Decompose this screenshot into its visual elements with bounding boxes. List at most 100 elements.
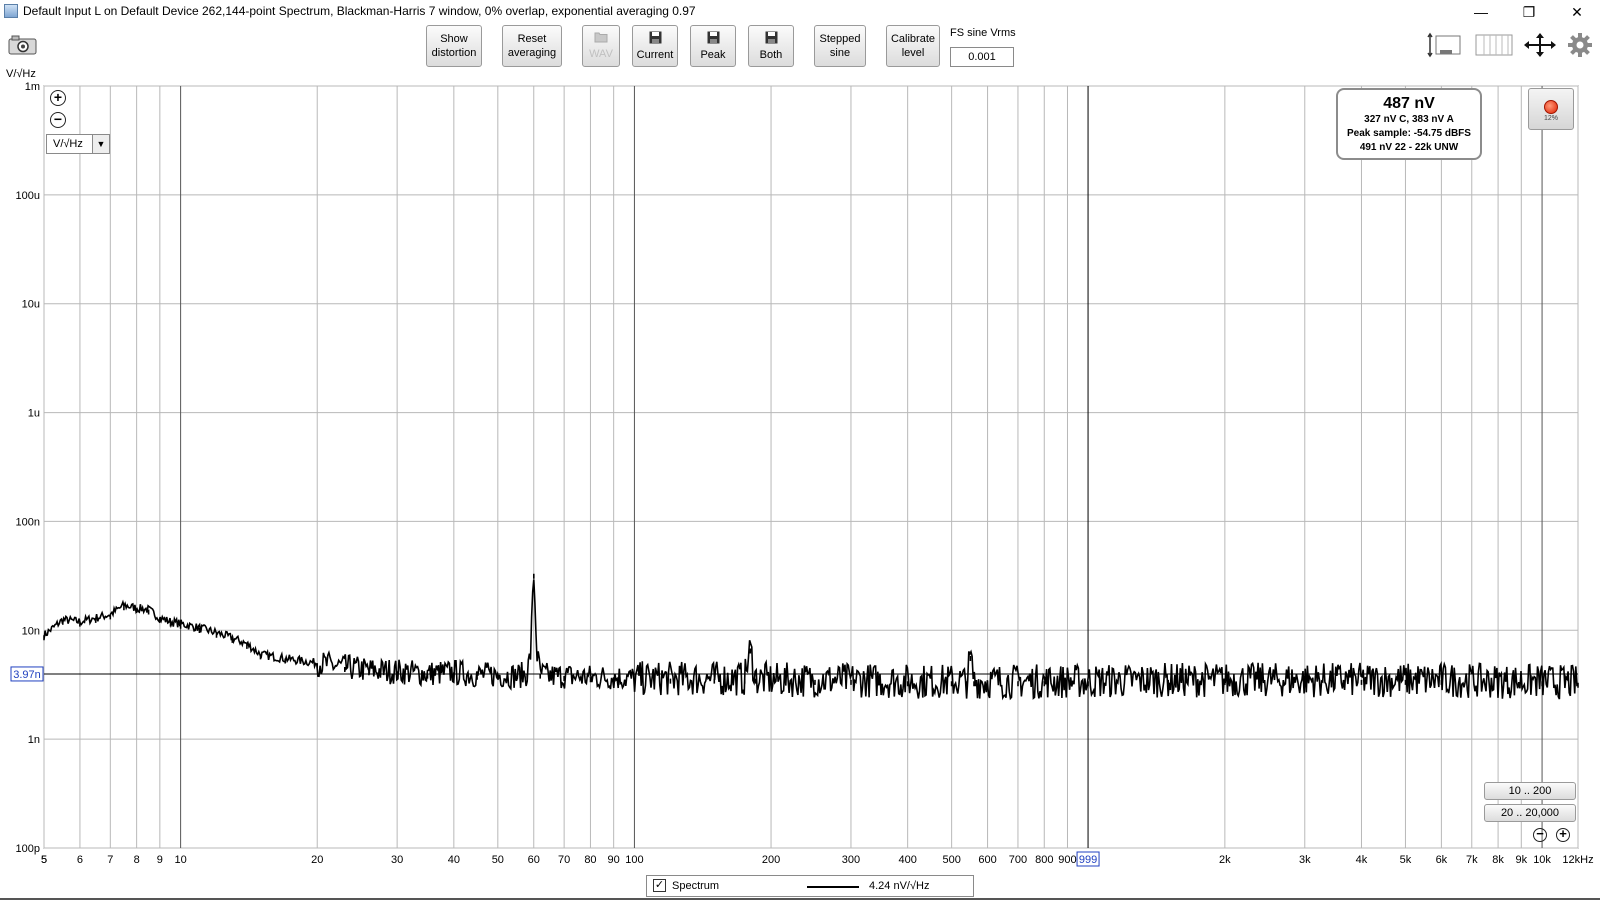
legend-series-value: 4.24 nV/√Hz: [869, 880, 930, 892]
x-tick-label: 4k: [1356, 854, 1368, 866]
y-tick-label: 100u: [16, 190, 40, 202]
spectrum-plot[interactable]: 100p 1n 10n 100n 1u 10u 100u 1m 5 6 7 8 9 10 20 30 40 50 6…: [0, 80, 1600, 870]
close-button[interactable]: ✕: [1554, 0, 1600, 24]
x-tick-label: 7: [107, 854, 113, 866]
calibrate-level-button[interactable]: Calibrate level: [886, 25, 940, 67]
chevron-down-icon[interactable]: ▼: [92, 135, 109, 153]
x-tick-label: 40: [448, 854, 460, 866]
x-tick-label: 900: [1058, 854, 1076, 866]
both-label: Both: [759, 48, 783, 61]
save-peak-button[interactable]: Peak: [690, 25, 736, 67]
x-tick-label: 80: [584, 854, 596, 866]
gear-icon[interactable]: [1566, 32, 1594, 58]
save-current-button[interactable]: Current: [632, 25, 678, 67]
x-zoom-in-icon[interactable]: +: [1556, 827, 1570, 842]
x-tick-label: 3k: [1299, 854, 1311, 866]
x-tick-label: 5: [41, 854, 47, 866]
y-tick-label: 1m: [25, 81, 40, 93]
wav-label: WAV: [589, 48, 613, 60]
stepped-sine-label: Stepped sine: [819, 33, 861, 59]
fs-sine-input[interactable]: 0.001: [950, 47, 1014, 67]
toolbar: [0, 24, 1600, 72]
y-tick-label: 100p: [16, 843, 40, 855]
x-tick-label: 600: [978, 854, 996, 866]
move-arrows-icon[interactable]: [1522, 32, 1558, 58]
record-percent: 12%: [1543, 115, 1558, 122]
minimize-button[interactable]: —: [1458, 0, 1504, 24]
x-tick-label: 12kHz: [1562, 854, 1593, 866]
show-distortion-button[interactable]: Show distortion: [426, 25, 482, 67]
cursor-freq-label: 999: [1079, 854, 1097, 866]
range-20-20000-button[interactable]: 20 .. 20,000: [1484, 804, 1576, 822]
restore-button[interactable]: ❐: [1506, 0, 1552, 24]
x-tick-label: 300: [842, 854, 860, 866]
x-tick-label: 500: [942, 854, 960, 866]
x-tick-label: 60: [528, 854, 540, 866]
x-tick-label: 90: [608, 854, 620, 866]
x-tick-label: 400: [898, 854, 916, 866]
x-tick-label: 8: [134, 854, 140, 866]
stepped-sine-button[interactable]: Stepped sine: [814, 25, 866, 67]
save-icon: [707, 31, 720, 46]
zoom-in-icon[interactable]: +: [50, 90, 66, 106]
x-tick-label: 5k: [1400, 854, 1412, 866]
x-tick-label: 800: [1035, 854, 1053, 866]
readout-line1: 327 nV C, 383 nV A: [1364, 114, 1454, 125]
current-label: Current: [636, 48, 674, 61]
folder-icon: [594, 31, 608, 45]
x-tick-label: 6: [77, 854, 83, 866]
spectrum-checkbox[interactable]: ✓: [653, 879, 666, 892]
window-title: Default Input L on Default Device 262,14…: [23, 4, 696, 18]
readout-line3: 491 nV 22 - 22k UNW: [1359, 142, 1459, 153]
x-tick-label: 9k: [1515, 854, 1527, 866]
y-tick-label: 100n: [16, 516, 40, 528]
x-tick-label: 100: [625, 854, 643, 866]
record-icon: [1544, 100, 1558, 114]
x-tick-label: 10k: [1533, 854, 1551, 866]
level-readout: 487 nV 327 nV C, 383 nV A Peak sample: -…: [1336, 88, 1482, 160]
y-tick-label: 10u: [22, 299, 40, 311]
legend: ✓ Spectrum 4.24 nV/√Hz: [646, 875, 974, 897]
unit-select[interactable]: V/√Hz ▼: [46, 134, 110, 154]
reset-averaging-label: Reset averaging: [507, 33, 557, 59]
save-icon: [765, 31, 778, 46]
readout-main: 487 nV: [1383, 95, 1435, 112]
x-scale-icon[interactable]: [1474, 32, 1514, 58]
wav-button[interactable]: WAV: [582, 25, 620, 67]
x-tick-label: 6k: [1436, 854, 1448, 866]
zoom-out-icon[interactable]: −: [50, 112, 66, 128]
record-button[interactable]: 12%: [1528, 88, 1574, 130]
save-icon: [649, 31, 662, 46]
show-distortion-label: Show distortion: [431, 33, 477, 59]
x-tick-label: 200: [762, 854, 780, 866]
title-bar: Default Input L on Default Device 262,14…: [0, 0, 1600, 24]
fs-sine-label: FS sine Vrms: [950, 27, 1016, 39]
calibrate-level-label: Calibrate level: [890, 33, 936, 59]
range-10-200-button[interactable]: 10 .. 200: [1484, 782, 1576, 800]
app-icon: [4, 4, 18, 18]
y-scale-icon[interactable]: [1426, 32, 1462, 58]
y-axis-unit-label: V/√Hz: [6, 68, 36, 80]
x-tick-label: 7k: [1466, 854, 1478, 866]
x-tick-label: 2k: [1219, 854, 1231, 866]
x-tick-label: 9: [157, 854, 163, 866]
legend-line-swatch: [807, 886, 859, 888]
x-tick-label: 700: [1009, 854, 1027, 866]
save-both-button[interactable]: Both: [748, 25, 794, 67]
peak-label: Peak: [700, 48, 726, 61]
x-tick-label: 8k: [1492, 854, 1504, 866]
readout-line2: Peak sample: -54.75 dBFS: [1347, 128, 1471, 139]
x-tick-label: 10: [174, 854, 186, 866]
x-zoom-out-icon[interactable]: −: [1533, 827, 1547, 842]
reset-averaging-button[interactable]: Reset averaging: [502, 25, 562, 67]
camera-icon[interactable]: [8, 32, 38, 58]
unit-select-value: V/√Hz: [53, 138, 83, 150]
x-tick-label: 20: [311, 854, 323, 866]
legend-series-name: Spectrum: [672, 880, 720, 892]
y-tick-label: 1n: [28, 734, 40, 746]
cursor-value-label: 3.97n: [13, 669, 41, 681]
x-tick-label: 70: [558, 854, 570, 866]
x-tick-label: 50: [492, 854, 504, 866]
x-tick-label: 30: [391, 854, 403, 866]
y-tick-label: 10n: [22, 625, 40, 637]
